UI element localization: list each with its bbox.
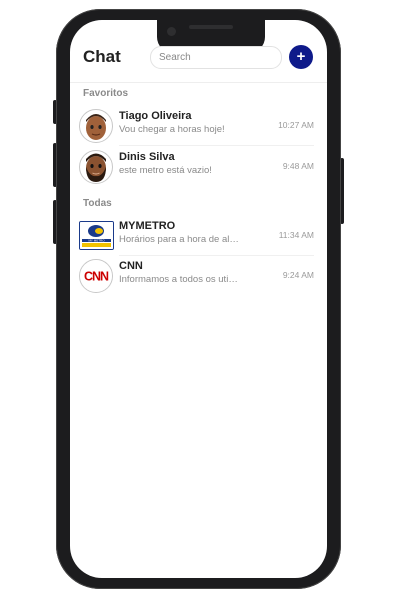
new-chat-button[interactable]: + [289,45,313,69]
contact-name: Dinis Silva [119,151,175,163]
emoji-avatar-bearded-man-icon [79,150,113,184]
last-message: Informamos a todos os utilizadores [119,274,239,285]
message-time: 9:24 AM [282,270,314,280]
app-screen: Chat + Favoritos Tiago Oliveira Vou cheg… [70,20,327,578]
contact-name: MYMETRO [119,220,176,232]
search-input[interactable] [159,48,277,67]
last-message: Horários para a hora de almoço [119,234,239,245]
cnn-logo-text: CNN [84,270,109,284]
emoji-avatar-man-icon [79,109,113,143]
cnn-logo-icon: CNN [79,259,113,293]
chat-row-tiago[interactable]: Tiago Oliveira Vou chegar a horas hoje! … [79,106,314,146]
chat-row-mymetro[interactable]: MY METRO MYMETRO Horários para a hora de… [79,216,314,256]
page-title: Chat [83,47,121,66]
row-divider [119,145,314,146]
speaker-grille [189,25,233,29]
message-time: 11:34 AM [278,230,314,240]
last-message: este metro está vazio! [119,165,212,176]
contact-name: CNN [119,260,143,272]
camera-icon [167,27,176,36]
mymetro-logo-icon: MY METRO [79,221,114,250]
section-all-label: Todas [83,198,112,209]
mymetro-logo-text: MY METRO [88,239,105,243]
message-time: 10:27 AM [278,120,314,130]
section-favorites-label: Favoritos [83,88,129,99]
phone-frame: Chat + Favoritos Tiago Oliveira Vou cheg… [56,9,341,589]
header-divider [70,82,327,83]
last-message: Vou chegar a horas hoje! [119,124,225,135]
search-field[interactable] [150,46,282,69]
contact-name: Tiago Oliveira [119,110,192,122]
chat-row-dinis[interactable]: Dinis Silva este metro está vazio! 9:48 … [79,147,314,187]
chat-row-cnn[interactable]: CNN CNN Informamos a todos os utilizador… [79,256,314,296]
message-time: 9:48 AM [282,161,314,171]
